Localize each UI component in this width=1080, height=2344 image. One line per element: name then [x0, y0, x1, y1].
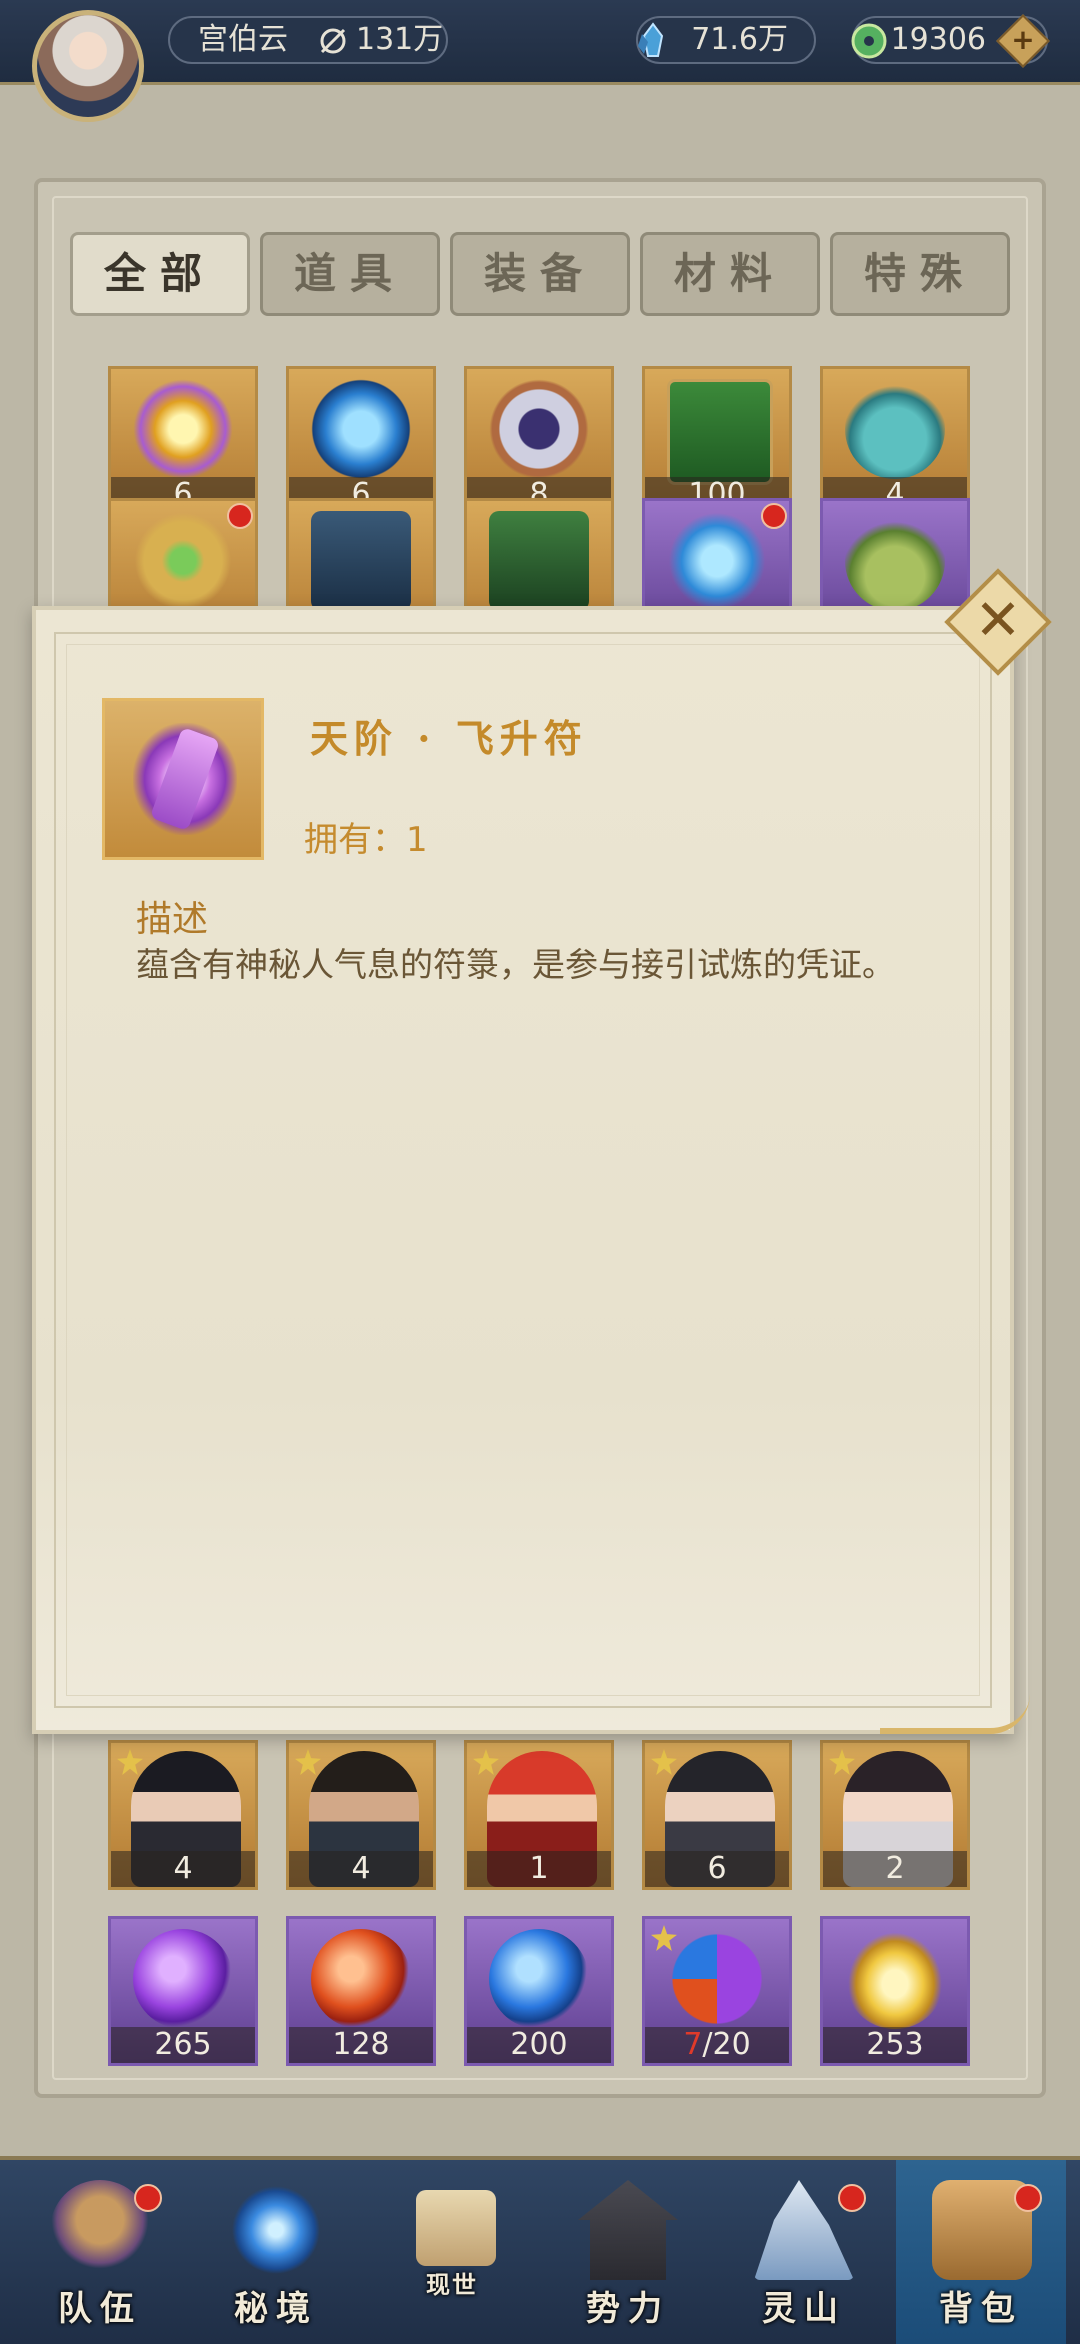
item-count: 6 — [645, 1851, 789, 1887]
herb-pouch-icon — [845, 511, 945, 611]
inventory-item[interactable]: 1 — [464, 1740, 614, 1890]
top-bar: 宫伯云 131万 71.6万 19306 + — [0, 0, 1080, 85]
secret-realm-icon — [226, 2180, 326, 2280]
nav-label: 现世 — [426, 2270, 478, 2299]
nav-secret-realm[interactable]: 秘境 — [190, 2160, 362, 2344]
fragment-icon — [651, 1925, 677, 1951]
description-text: 蕴含有神秘人气息的符箓，是参与接引试炼的凭证。 — [136, 945, 895, 984]
notification-dot — [761, 503, 787, 529]
category-tabs: 全部 道具 装备 材料 特殊 — [70, 232, 1014, 316]
notification-dot — [134, 2184, 162, 2212]
item-count: 253 — [823, 2027, 967, 2063]
combat-power: 131万 — [356, 22, 444, 57]
green-chest-icon — [489, 511, 589, 611]
crystal-amount: 71.6万 — [691, 22, 788, 57]
inventory-item[interactable]: 4 — [286, 1740, 436, 1890]
crystal-icon — [638, 22, 664, 57]
nav-spirit-mountain[interactable]: 灵山 — [718, 2160, 890, 2344]
crystal-resource[interactable]: 71.6万 — [636, 16, 816, 64]
fragment-icon — [829, 1749, 855, 1775]
jade-coin-icon — [851, 23, 887, 59]
nav-faction[interactable]: 势力 — [542, 2160, 714, 2344]
lotus-flame-icon — [133, 379, 233, 479]
player-info[interactable]: 宫伯云 131万 — [168, 16, 448, 64]
tab-props[interactable]: 道具 — [260, 232, 440, 316]
blue-chest-icon — [311, 511, 411, 611]
inventory-item[interactable]: 6 — [642, 1740, 792, 1890]
purple-yinyang-icon — [133, 1929, 233, 2029]
inventory-item[interactable]: 2 — [820, 1740, 970, 1890]
fragment-icon — [651, 1749, 677, 1775]
item-owned-count: 拥有：1 — [304, 820, 428, 860]
koi-orb-icon — [667, 511, 767, 611]
item-detail-icon-frame — [102, 698, 264, 860]
combat-power-icon — [320, 28, 346, 54]
item-count: 265 — [111, 2027, 255, 2063]
inventory-item[interactable]: 265 — [108, 1916, 258, 2066]
fragment-icon — [117, 1749, 143, 1775]
close-icon: ✕ — [974, 588, 1022, 653]
golden-lotus-icon — [845, 1929, 945, 2029]
inventory-item[interactable]: 6 — [286, 366, 436, 516]
item-count: 4 — [289, 1851, 433, 1887]
nav-label: 灵山 — [762, 2289, 846, 2329]
item-count: 1 — [467, 1851, 611, 1887]
nav-label: 队伍 — [58, 2289, 142, 2329]
world-scroll-icon — [416, 2190, 496, 2266]
scroll-decoration — [880, 1688, 1030, 1734]
blue-yinyang-icon — [489, 1929, 589, 2029]
tab-equipment[interactable]: 装备 — [450, 232, 630, 316]
notification-dot — [1014, 2184, 1042, 2212]
fragment-icon — [295, 1749, 321, 1775]
add-jade-button[interactable]: + — [996, 14, 1050, 68]
item-count: 4 — [111, 1851, 255, 1887]
inventory-item[interactable]: 8 — [464, 366, 614, 516]
inventory-item[interactable]: 253 — [820, 1916, 970, 2066]
nav-backpack[interactable]: 背包 — [896, 2160, 1066, 2344]
red-yinyang-icon — [311, 1929, 411, 2029]
teal-pouch-icon — [845, 379, 945, 479]
item-count: 128 — [289, 2027, 433, 2063]
tab-all[interactable]: 全部 — [70, 232, 250, 316]
tab-special[interactable]: 特殊 — [830, 232, 1010, 316]
fragment-icon — [473, 1749, 499, 1775]
item-count: 2 — [823, 1851, 967, 1887]
inventory-item[interactable]: 4 — [108, 1740, 258, 1890]
nav-world[interactable]: 现世 — [366, 2160, 538, 2344]
description-heading: 描述 — [136, 899, 209, 940]
notification-dot — [838, 2184, 866, 2212]
nav-team[interactable]: 队伍 — [14, 2160, 186, 2344]
nav-label: 背包 — [939, 2289, 1023, 2329]
jade-amount: 19306 — [890, 22, 986, 57]
player-name: 宫伯云 — [198, 22, 288, 57]
inventory-item[interactable]: 7/20 — [642, 1916, 792, 2066]
tab-materials[interactable]: 材料 — [640, 232, 820, 316]
nav-label: 秘境 — [234, 2289, 318, 2329]
bottom-nav: 队伍 秘境 现世 势力 灵山 背包 — [0, 2156, 1080, 2344]
star-pouch-icon — [489, 379, 589, 479]
nav-label: 势力 — [586, 2289, 670, 2329]
fish-bowl-icon — [311, 379, 411, 479]
inventory-item[interactable]: 128 — [286, 1916, 436, 2066]
inventory-item[interactable]: 200 — [464, 1916, 614, 2066]
jade-chest-icon — [667, 379, 773, 485]
gold-pouch-icon — [133, 511, 233, 611]
item-count: 7/20 — [645, 2027, 789, 2063]
inventory-item[interactable]: 100 — [642, 366, 792, 516]
player-avatar[interactable] — [32, 10, 144, 122]
faction-icon — [578, 2180, 678, 2280]
jade-resource[interactable]: 19306 + — [851, 14, 1050, 68]
item-name: 天阶 · 飞升符 — [310, 716, 588, 761]
mixed-yinyang-icon — [667, 1929, 767, 2029]
notification-dot — [227, 503, 253, 529]
inventory-item[interactable]: 6 — [108, 366, 258, 516]
plus-icon: + — [1011, 23, 1035, 56]
inventory-item[interactable]: 4 — [820, 366, 970, 516]
item-count: 200 — [467, 2027, 611, 2063]
